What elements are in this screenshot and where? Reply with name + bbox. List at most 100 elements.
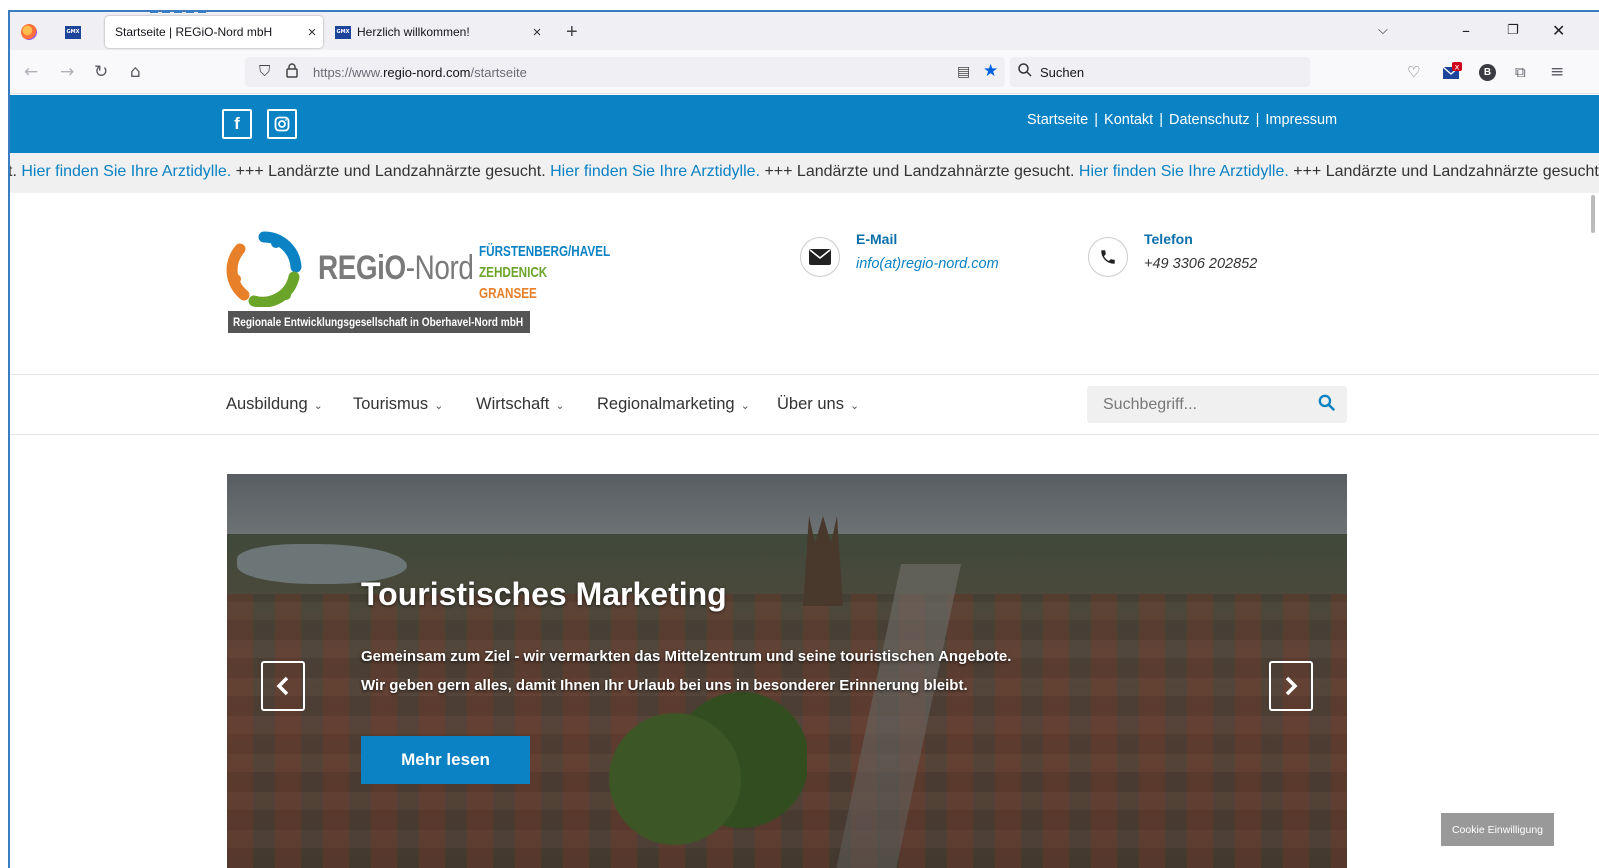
close-tab-icon[interactable]: × — [526, 24, 548, 41]
profile-avatar[interactable]: B — [1479, 64, 1496, 81]
url-text: https://www.regio-nord.com/startseite — [313, 65, 527, 80]
tab-strip: GMX Startseite | REGiO-Nord mbH × GMX He… — [10, 12, 1599, 50]
bookmark-star-icon[interactable]: ★ — [983, 61, 998, 81]
logo-mark-icon — [226, 231, 302, 307]
chevron-down-icon: ⌄ — [555, 399, 565, 412]
gmx-pinned-tab[interactable]: GMX — [62, 21, 84, 43]
hero-title: Touristisches Marketing — [361, 576, 727, 612]
nav-label: Wirtschaft — [476, 395, 550, 413]
chevron-right-icon — [1285, 676, 1298, 696]
restore-button[interactable]: ❐ — [1507, 22, 1519, 40]
close-tab-icon[interactable]: × — [301, 24, 323, 41]
chevron-down-icon: ⌄ — [313, 399, 323, 412]
ticker-text-segment: +++ Landärzte und Landzahnärzte gesucht. — [1288, 163, 1599, 180]
frame-top-marks — [150, 0, 230, 13]
close-window-button[interactable]: ✕ — [1552, 22, 1565, 40]
top-link-kontakt[interactable]: Kontakt — [1104, 112, 1153, 128]
main-navigation: Ausbildung ⌄ Tourismus ⌄ Wirtschaft ⌄ Regio… — [10, 375, 1599, 435]
scrollbar-thumb[interactable] — [1591, 195, 1595, 233]
url-domain: regio-nord.com — [383, 65, 471, 80]
email-title: E-Mail — [856, 231, 898, 247]
facebook-icon[interactable]: f — [222, 109, 252, 139]
top-link-startseite[interactable]: Startseite — [1027, 112, 1088, 128]
gmx-mail-icon[interactable]: x — [1442, 62, 1462, 85]
url-bar[interactable]: ⛉ https://www.regio-nord.com/startseite … — [245, 57, 1005, 87]
logo-town: FÜRSTENBERG/HAVEL — [479, 243, 611, 260]
pocket-icon[interactable]: ♡ — [1407, 63, 1420, 81]
top-link-datenschutz[interactable]: Datenschutz — [1169, 112, 1250, 128]
chevron-down-icon: ⌄ — [740, 399, 750, 412]
slider-prev-button[interactable] — [261, 661, 305, 711]
envelope-icon — [800, 237, 840, 277]
page-scrollbar[interactable] — [1589, 195, 1599, 868]
extensions-icon[interactable]: ⧉ — [1515, 63, 1526, 81]
search-label: Suchen — [1040, 65, 1085, 80]
minimize-button[interactable]: – — [1462, 22, 1470, 40]
nav-label: Über uns — [777, 395, 844, 413]
nav-ueber-uns[interactable]: Über uns ⌄ — [777, 395, 859, 414]
ticker-link[interactable]: Hier finden Sie Ihre Arztidylle. — [550, 163, 760, 180]
tab-label: Startseite | REGiO-Nord mbH — [115, 25, 273, 39]
logo-towns: FÜRSTENBERG/HAVEL ZEHDENICK GRANSEE — [479, 241, 610, 304]
logo-banner: Regionale Entwicklungsgesellschaft in Ob… — [228, 311, 530, 333]
firefox-icon[interactable] — [18, 21, 40, 43]
nav-ausbildung[interactable]: Ausbildung ⌄ — [226, 395, 323, 414]
search-icon[interactable] — [1318, 394, 1335, 416]
logo-banner-text: Regionale Entwicklungsgesellschaft in Ob… — [233, 315, 524, 329]
reader-view-icon[interactable]: ▤ — [957, 63, 970, 80]
phone-title: Telefon — [1144, 231, 1193, 247]
menu-icon[interactable]: ≡ — [1550, 63, 1564, 81]
browser-toolbar: ← → ↻ ⌂ ⛉ https://www.regio-nord.com/sta… — [10, 50, 1599, 94]
ticker-link[interactable]: Hier finden Sie Ihre Arztidylle. — [21, 163, 231, 180]
shield-icon[interactable]: ⛉ — [259, 63, 270, 80]
home-icon[interactable]: ⌂ — [130, 63, 141, 81]
logo-town: ZEHDENICK — [479, 264, 548, 281]
chevron-left-icon — [276, 676, 289, 696]
site-search-input[interactable]: Suchbegriff... — [1087, 386, 1347, 423]
url-prefix: https://www. — [313, 65, 384, 80]
nav-label: Tourismus — [353, 395, 429, 413]
site-header: REGiO-Nord FÜRSTENBERG/HAVEL ZEHDENICK G… — [10, 193, 1599, 375]
top-link-impressum[interactable]: Impressum — [1265, 112, 1337, 128]
browser-search-bar[interactable]: Suchen — [1010, 57, 1310, 87]
nav-label: Regionalmarketing — [597, 395, 735, 413]
back-icon[interactable]: ← — [24, 63, 38, 81]
url-path: /startseite — [470, 65, 527, 80]
slider-next-button[interactable] — [1269, 661, 1313, 711]
phone-number[interactable]: +49 3306 202852 — [1144, 256, 1257, 272]
tab-herzlich-willkommen[interactable]: GMX Herzlich willkommen! × — [333, 16, 548, 48]
mehr-lesen-button[interactable]: Mehr lesen — [361, 736, 530, 784]
ticker-link[interactable]: Hier finden Sie Ihre Arztidylle. — [1079, 163, 1289, 180]
email-link[interactable]: info(at)regio-nord.com — [856, 256, 999, 272]
tab-label: Herzlich willkommen! — [357, 25, 470, 39]
hero-overlay — [227, 474, 1347, 868]
phone-icon — [1088, 237, 1128, 277]
nav-regionalmarketing[interactable]: Regionalmarketing ⌄ — [597, 395, 750, 414]
logo-name: REGiO-Nord — [318, 249, 474, 288]
nav-tourismus[interactable]: Tourismus ⌄ — [353, 395, 443, 414]
instagram-icon[interactable] — [267, 109, 297, 139]
svg-text:x: x — [1455, 63, 1460, 72]
tab-startseite[interactable]: Startseite | REGiO-Nord mbH × — [105, 16, 323, 48]
ticker-text-segment: t. — [10, 163, 17, 180]
gmx-icon: GMX — [335, 25, 351, 39]
site-top-bar: f Startseite | Kontakt | Datenschutz | Impress… — [10, 95, 1599, 153]
nav-label: Ausbildung — [226, 395, 308, 413]
new-tab-button[interactable]: + — [566, 22, 578, 42]
nav-wirtschaft[interactable]: Wirtschaft ⌄ — [476, 395, 565, 414]
forward-icon[interactable]: → — [60, 63, 74, 81]
ticker-text-segment: +++ Landärzte und Landzahnärzte gesucht. — [760, 163, 1079, 180]
ticker-text: t. Hier finden Sie Ihre Arztidylle. +++ … — [10, 163, 1599, 181]
search-placeholder: Suchbegriff... — [1103, 396, 1197, 413]
search-icon — [1018, 63, 1032, 80]
hero-slider: Touristisches Marketing Gemeinsam zum Zi… — [227, 474, 1347, 868]
top-links: Startseite | Kontakt | Datenschutz | Impressum — [1027, 112, 1338, 128]
list-tabs-icon[interactable]: ⌵ — [1378, 22, 1388, 40]
logo-name-bold: REGiO — [318, 249, 406, 287]
reload-icon[interactable]: ↻ — [94, 63, 108, 81]
chevron-down-icon: ⌄ — [434, 399, 444, 412]
regio-nord-logo[interactable]: REGiO-Nord FÜRSTENBERG/HAVEL ZEHDENICK G… — [226, 229, 616, 339]
cookie-consent-button[interactable]: Cookie Einwilligung — [1441, 813, 1554, 846]
lock-icon[interactable] — [285, 62, 299, 83]
chevron-down-icon: ⌄ — [849, 399, 860, 412]
